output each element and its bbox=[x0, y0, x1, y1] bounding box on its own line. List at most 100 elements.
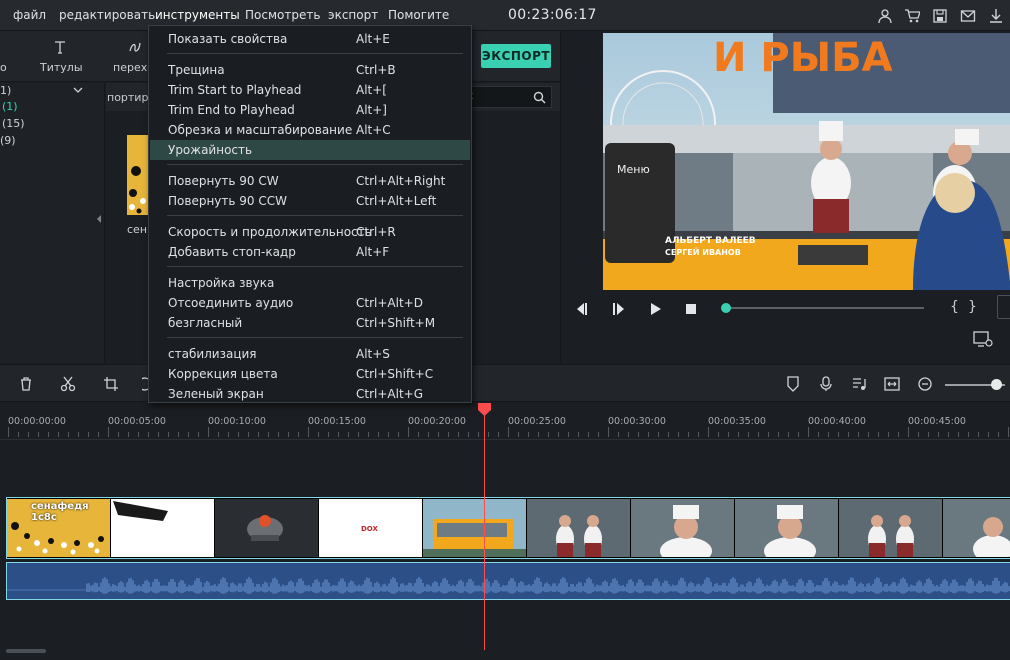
save-icon[interactable] bbox=[932, 8, 948, 24]
timeline-clip[interactable] bbox=[111, 499, 214, 557]
menu-item-mute[interactable]: безгласный Ctrl+Shift+M bbox=[150, 313, 470, 333]
mark-out-button[interactable]: } bbox=[968, 299, 977, 315]
ruler-tick bbox=[28, 432, 29, 437]
mark-in-button[interactable]: { bbox=[950, 299, 959, 315]
collapse-left-icon[interactable] bbox=[96, 215, 102, 223]
credits-producer: СЕРГЕЙ ИВАНОВ bbox=[665, 246, 741, 257]
marker-icon[interactable] bbox=[785, 376, 801, 392]
fit-timeline-icon[interactable] bbox=[884, 376, 900, 392]
menu-item-rotate-ccw[interactable]: Повернуть 90 CCW Ctrl+Alt+Left bbox=[150, 191, 470, 211]
menu-item-split[interactable]: Трещина Ctrl+B bbox=[150, 60, 470, 80]
ruler-tick bbox=[398, 432, 399, 437]
playback-scrubber[interactable] bbox=[722, 307, 924, 309]
ruler-tick bbox=[458, 432, 459, 437]
menu-item-detach-audio[interactable]: Отсоединить аудио Ctrl+Alt+D bbox=[150, 293, 470, 313]
audio-track[interactable] bbox=[6, 562, 1010, 600]
ruler-tick bbox=[208, 427, 209, 437]
timeline-clip[interactable] bbox=[735, 499, 838, 557]
ruler-tick bbox=[48, 432, 49, 437]
menu-item-rotate-cw[interactable]: Повернуть 90 CW Ctrl+Alt+Right bbox=[150, 171, 470, 191]
playhead-line[interactable] bbox=[484, 410, 485, 650]
menu-export[interactable]: экспорт bbox=[328, 8, 378, 22]
menu-item-trim-end[interactable]: Trim End to Playhead Alt+] bbox=[150, 100, 470, 120]
timeline-clip[interactable]: сенафедя 1с8с bbox=[7, 499, 110, 557]
timeline-scrollbar[interactable] bbox=[6, 649, 46, 653]
media-thumbnail[interactable] bbox=[127, 135, 149, 215]
ruler-tick bbox=[638, 432, 639, 437]
ruler-tick bbox=[828, 432, 829, 437]
menu-item-label: Трещина bbox=[168, 63, 225, 77]
next-frame-icon[interactable] bbox=[611, 301, 627, 317]
library-row[interactable]: 1) bbox=[0, 84, 11, 97]
menu-item-label: Настройка звука bbox=[168, 276, 275, 290]
stop-icon[interactable] bbox=[683, 301, 699, 317]
playhead-handle[interactable] bbox=[477, 402, 492, 417]
menu-board-text: Меню bbox=[617, 163, 650, 176]
menu-item-crop-zoom[interactable]: Обрезка и масштабирование Alt+C bbox=[150, 120, 470, 140]
audio-mixer-icon[interactable] bbox=[851, 376, 867, 392]
menu-item-label: Отсоединить аудио bbox=[168, 296, 294, 310]
ruler-tick bbox=[548, 432, 549, 437]
mail-icon[interactable] bbox=[960, 8, 976, 24]
timeline-clip[interactable] bbox=[527, 499, 630, 557]
microphone-icon[interactable] bbox=[818, 376, 834, 392]
library-row[interactable]: (15) bbox=[2, 117, 25, 130]
timeline-clip[interactable] bbox=[215, 499, 318, 557]
menu-item-green-screen[interactable]: Зеленый экран Ctrl+Alt+G bbox=[150, 384, 470, 404]
menu-edit[interactable]: редактировать bbox=[59, 8, 155, 22]
menu-view[interactable]: Посмотреть bbox=[245, 8, 320, 22]
menu-item-show-properties[interactable]: Показать свойства Alt+E bbox=[150, 29, 470, 49]
menu-item-color-correction[interactable]: Коррекция цвета Ctrl+Shift+C bbox=[150, 364, 470, 384]
menu-item-label: Показать свойства bbox=[168, 32, 288, 46]
user-icon[interactable] bbox=[877, 8, 893, 24]
import-label[interactable]: портир bbox=[107, 91, 148, 104]
timeline-clip[interactable] bbox=[423, 499, 526, 557]
timeline-ruler[interactable]: 00:00:00:00 00:00:05:00 00:00:10:00 00:00:1… bbox=[0, 402, 1010, 440]
menu-item-audio-adjust[interactable]: Настройка звука bbox=[150, 273, 470, 293]
menu-tools[interactable]: инструменты bbox=[155, 8, 240, 22]
cart-icon[interactable] bbox=[904, 8, 920, 24]
menu-help[interactable]: Помогите bbox=[388, 8, 449, 22]
ruler-tick bbox=[788, 432, 789, 437]
crop-icon[interactable] bbox=[103, 376, 119, 392]
menu-item-crop[interactable]: Урожайность bbox=[150, 140, 470, 160]
timeline-clip[interactable] bbox=[943, 499, 1010, 557]
search-input[interactable]: k bbox=[464, 86, 552, 108]
cut-icon[interactable] bbox=[60, 376, 76, 392]
ruler-tick bbox=[738, 432, 739, 437]
display-quality-button[interactable] bbox=[997, 295, 1010, 319]
tool-media[interactable]: о bbox=[0, 31, 12, 82]
ruler-tick bbox=[268, 432, 269, 437]
chevron-down-icon[interactable] bbox=[73, 87, 83, 95]
play-icon[interactable] bbox=[648, 301, 664, 317]
scrubber-knob[interactable] bbox=[721, 303, 732, 313]
library-row-selected[interactable]: (1) bbox=[2, 100, 18, 113]
menu-item-trim-start[interactable]: Trim Start to Playhead Alt+[ bbox=[150, 80, 470, 100]
menu-item-stabilization[interactable]: стабилизация Alt+S bbox=[150, 344, 470, 364]
ruler-tick bbox=[1008, 427, 1009, 437]
waveform-path bbox=[86, 577, 1010, 594]
search-icon bbox=[533, 91, 546, 104]
ruler-tick bbox=[428, 432, 429, 437]
timeline-clip[interactable] bbox=[839, 499, 942, 557]
tool-titles[interactable]: Титулы bbox=[36, 31, 84, 82]
video-preview[interactable]: И РЫБА Меню АЛЬБЕРТ ВАЛЕЕВ СЕРГЕЙ ИВАНОВ bbox=[603, 33, 1010, 290]
menu-item-speed-duration[interactable]: Скорость и продолжительность Ctrl+R bbox=[150, 222, 470, 242]
zoom-slider-knob[interactable] bbox=[991, 379, 1002, 390]
ruler-tick bbox=[868, 432, 869, 437]
timeline-clip[interactable]: DOX bbox=[319, 499, 422, 557]
menu-file[interactable]: файл bbox=[13, 8, 46, 22]
prev-frame-icon[interactable] bbox=[573, 301, 589, 317]
ruler-tick bbox=[478, 432, 479, 437]
snapshot-icon[interactable] bbox=[973, 330, 993, 348]
video-track[interactable]: сенафедя 1с8с DOX bbox=[6, 497, 1010, 559]
export-button[interactable]: ЭКСПОРТ bbox=[481, 44, 551, 68]
ruler-tick bbox=[288, 432, 289, 437]
menu-item-freeze-frame[interactable]: Добавить стоп-кадр Alt+F bbox=[150, 242, 470, 262]
delete-icon[interactable] bbox=[18, 376, 34, 392]
zoom-out-icon[interactable] bbox=[917, 376, 933, 392]
download-icon[interactable] bbox=[988, 8, 1004, 24]
text-icon bbox=[55, 41, 65, 54]
timeline-clip[interactable] bbox=[631, 499, 734, 557]
library-row[interactable]: (9) bbox=[0, 134, 16, 147]
